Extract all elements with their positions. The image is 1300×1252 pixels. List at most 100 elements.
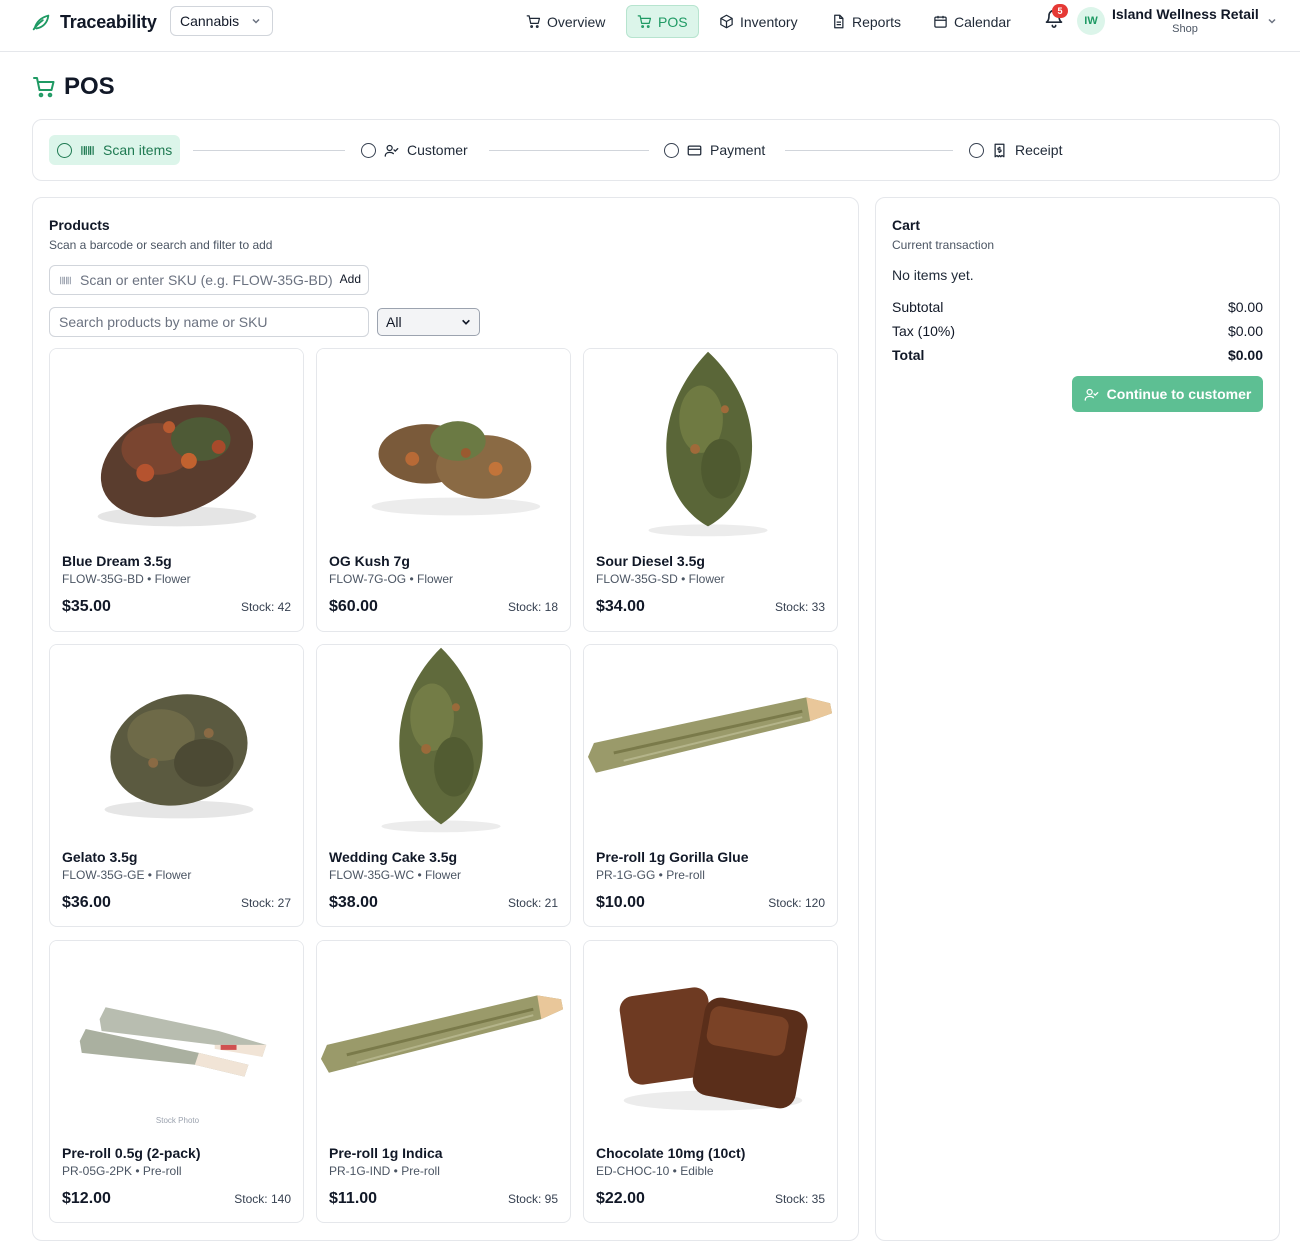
notifications-button[interactable]: 5 <box>1044 4 1068 30</box>
notification-count-badge: 5 <box>1052 4 1068 18</box>
step-payment[interactable]: Payment <box>656 135 773 165</box>
product-meta: FLOW-35G-SD • Flower <box>596 572 725 586</box>
flower-image <box>371 421 541 516</box>
cart-panel: Cart Current transaction No items yet. S… <box>875 197 1280 1241</box>
avatar[interactable]: IW <box>1077 7 1105 35</box>
product-name: Pre-roll 1g Indica <box>329 1145 443 1161</box>
step-circle-icon <box>57 142 72 158</box>
preroll-image <box>587 697 833 773</box>
account-menu[interactable]: Island Wellness Retail Shop <box>1112 6 1259 36</box>
product-stock: Stock: 120 <box>768 896 825 910</box>
sku-scan-field: Add <box>49 265 369 295</box>
product-meta: FLOW-35G-GE • Flower <box>62 868 192 882</box>
product-price: $35.00 <box>62 598 111 615</box>
product-meta: FLOW-7G-OG • Flower <box>329 572 453 586</box>
step-scan-items[interactable]: Scan items <box>49 135 181 165</box>
stock-photo-caption: Stock Photo <box>155 1116 200 1125</box>
product-name: OG Kush 7g <box>329 553 410 569</box>
product-card[interactable]: Chocolate 10mg (10ct) ED-CHOC-10 • Edibl… <box>583 940 838 1223</box>
product-stock: Stock: 42 <box>240 600 291 614</box>
cart-icon <box>637 15 652 28</box>
product-stock: Stock: 18 <box>507 600 558 614</box>
product-meta: PR-05G-2PK • Pre-roll <box>62 1164 182 1178</box>
nav-pos[interactable]: POS <box>626 5 699 38</box>
product-price: $60.00 <box>329 598 378 615</box>
product-meta: PR-1G-GG • Pre-roll <box>596 868 705 882</box>
subtotal-label: Subtotal <box>892 299 944 315</box>
sku-add-button[interactable]: Add <box>336 272 361 286</box>
product-card[interactable]: Gelato 3.5g FLOW-35G-GE • Flower $36.00 … <box>49 644 304 927</box>
nav-reports-label: Reports <box>852 13 902 30</box>
user-check-icon <box>1084 388 1099 401</box>
total-value: $0.00 <box>1227 347 1263 363</box>
tax-row: Tax (10%) $0.00 <box>892 323 1263 339</box>
subtotal-value: $0.00 <box>1227 299 1263 315</box>
step-circle-icon <box>361 142 376 158</box>
domain-select[interactable]: Cannabis <box>170 6 273 36</box>
step-customer[interactable]: Customer <box>353 135 476 165</box>
flower-image <box>97 404 257 527</box>
cart-icon <box>33 77 55 98</box>
total-label: Total <box>892 347 925 363</box>
step-connector <box>785 150 953 151</box>
product-meta: FLOW-35G-BD • Flower <box>62 572 191 586</box>
barcode-icon <box>81 145 94 155</box>
category-filter-select[interactable]: All <box>377 308 480 336</box>
preroll-image <box>320 995 564 1073</box>
product-meta: ED-CHOC-10 • Edible <box>596 1164 714 1178</box>
receipt-icon <box>994 143 1005 157</box>
page-title-text: POS <box>64 73 115 100</box>
product-name: Blue Dream 3.5g <box>62 553 172 569</box>
flower-image <box>104 694 254 819</box>
product-name: Sour Diesel 3.5g <box>596 553 705 569</box>
step-receipt[interactable]: Receipt <box>961 135 1070 165</box>
nav-inventory-label: Inventory <box>740 13 798 30</box>
product-image <box>50 941 303 1131</box>
product-image <box>584 349 837 539</box>
barcode-icon <box>60 276 71 284</box>
product-card[interactable]: Pre-roll 1g Gorilla Glue PR-1G-GG • Pre-… <box>583 644 838 927</box>
product-image <box>317 941 570 1131</box>
product-name: Gelato 3.5g <box>62 849 138 865</box>
step-circle-icon <box>969 142 984 158</box>
product-card[interactable]: Wedding Cake 3.5g FLOW-35G-WC • Flower $… <box>316 644 571 927</box>
chevron-down-icon[interactable] <box>1266 15 1278 27</box>
page-title: POS <box>32 73 115 101</box>
product-search-field <box>49 307 369 337</box>
product-card[interactable]: Stock Photo Pre-roll 0.5g (2-pack) PR-05… <box>49 940 304 1223</box>
product-name: Chocolate 10mg (10ct) <box>596 1145 746 1161</box>
tax-label: Tax (10%) <box>892 323 956 339</box>
sku-scan-input[interactable] <box>80 272 332 288</box>
step-payment-label: Payment <box>710 142 766 158</box>
nav-inventory[interactable]: Inventory <box>709 5 808 38</box>
product-stock: Stock: 95 <box>507 1192 558 1206</box>
product-image <box>50 349 303 539</box>
product-price: $38.00 <box>329 894 378 911</box>
product-card[interactable]: Blue Dream 3.5g FLOW-35G-BD • Flower $35… <box>49 348 304 632</box>
step-receipt-label: Receipt <box>1015 142 1063 158</box>
product-meta: PR-1G-IND • Pre-roll <box>329 1164 440 1178</box>
product-stock: Stock: 35 <box>774 1192 825 1206</box>
brand-name: Traceability <box>60 11 157 32</box>
credit-card-icon <box>687 145 702 155</box>
tax-value: $0.00 <box>1227 323 1263 339</box>
product-name: Pre-roll 1g Gorilla Glue <box>596 849 749 865</box>
category-filter-value: All <box>386 314 402 330</box>
nav-reports[interactable]: Reports <box>821 5 911 38</box>
product-search-input[interactable] <box>59 314 359 330</box>
nav-calendar-label: Calendar <box>954 13 1011 30</box>
brand[interactable]: Traceability <box>30 9 157 35</box>
product-price: $12.00 <box>62 1190 111 1207</box>
org-name: Island Wellness Retail <box>1112 6 1259 22</box>
products-title: Products <box>49 217 110 233</box>
user-check-icon <box>384 144 399 157</box>
nav-overview[interactable]: Overview <box>516 5 615 38</box>
product-price: $34.00 <box>596 598 645 615</box>
product-card[interactable]: Sour Diesel 3.5g FLOW-35G-SD • Flower $3… <box>583 348 838 632</box>
cart-subtitle: Current transaction <box>892 238 995 252</box>
product-card[interactable]: Pre-roll 1g Indica PR-1G-IND • Pre-roll … <box>316 940 571 1223</box>
product-card[interactable]: OG Kush 7g FLOW-7G-OG • Flower $60.00 St… <box>316 348 571 632</box>
nav-calendar[interactable]: Calendar <box>923 5 1021 38</box>
continue-to-customer-button[interactable]: Continue to customer <box>1072 376 1263 412</box>
total-row: Total $0.00 <box>892 347 1263 363</box>
